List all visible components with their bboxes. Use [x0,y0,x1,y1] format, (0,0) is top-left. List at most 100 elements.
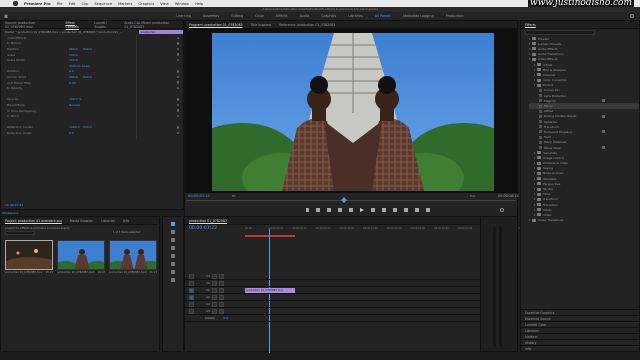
workspace-tab[interactable]: Libraries [348,14,363,18]
lock-icon[interactable] [211,287,217,293]
keyframe-toggle-icon[interactable] [176,53,179,56]
tab-audio-clip-mixer[interactable]: Audio Clip Mixer: production 01_0782083 [124,21,183,29]
disclosure-arrow-icon[interactable] [534,68,535,71]
disclosure-arrow-icon[interactable] [529,219,530,222]
program-viewer[interactable] [212,33,494,191]
menu-file[interactable]: File [57,2,63,6]
tab-effects[interactable]: Effects [525,23,536,27]
mute-icon[interactable] [211,294,217,300]
tab-program[interactable]: Program: production 01_0782083 [189,23,243,27]
workspace-tab[interactable]: Production [446,14,464,18]
tab-reference[interactable]: Reference: production 01_0782083 [279,23,335,27]
fit-dropdown[interactable]: Fit [232,194,236,198]
keyframe-toggle-icon[interactable] [176,81,179,84]
disclosure-arrow-icon[interactable] [534,162,535,165]
quality-dropdown[interactable]: Full [470,194,475,198]
tab-title[interactable]: Title Inspired [251,23,272,27]
master-volume[interactable]: 0.0 [223,316,228,320]
disclosure-arrow-icon[interactable] [534,79,535,82]
panel-section-header[interactable]: Info [521,345,640,351]
mark-out-icon[interactable] [327,208,331,212]
project-item[interactable]: production 01_0782083.mp4 16:13 [109,240,157,274]
disclosure-arrow-icon[interactable] [534,208,535,211]
disclosure-arrow-icon[interactable] [534,151,535,154]
eye-icon[interactable] [218,287,224,293]
step-forward-icon[interactable] [371,208,375,212]
disclosure-arrow-icon[interactable] [534,167,535,170]
property-value[interactable]: Uniform Scale [69,64,90,68]
disclosure-arrow-icon[interactable] [534,84,535,87]
tab-source[interactable]: Source: production 01_0782083.mov [5,21,58,29]
timeline-timecode[interactable]: 00:00:07:22 [189,226,217,231]
step-back-icon[interactable] [349,208,353,212]
monitor-settings-icon[interactable] [500,208,504,212]
type-tool-icon[interactable] [171,278,175,282]
timeline-clip[interactable]: production 01_0782083.mov [245,288,295,293]
project-search-input[interactable] [5,231,35,235]
tab-project[interactable]: Project: production 01 premiere pro [5,219,62,223]
keyframe-toggle-icon[interactable] [176,103,179,107]
disclosure-arrow-icon[interactable] [534,73,535,76]
track-target-toggle[interactable] [189,294,194,300]
eye-icon[interactable] [218,273,224,279]
app-menu[interactable]: Premiere Pro [24,2,51,6]
property-value-2[interactable]: 540.0 [83,125,92,129]
go-to-out-icon[interactable] [382,208,386,212]
workspace-tab[interactable]: Assembly [203,14,219,18]
mute-icon[interactable] [211,308,217,314]
tab-libraries[interactable]: Libraries [101,219,115,223]
keyframe-toggle-icon[interactable] [176,86,179,90]
add-marker-icon[interactable] [306,208,309,212]
disclosure-arrow-icon[interactable] [529,47,530,50]
property-value[interactable]: 100.0 [69,58,78,62]
track-target-toggle[interactable] [189,273,194,279]
razor-tool-icon[interactable] [171,246,175,250]
effects-tree-item[interactable]: Video Transitions [529,218,639,223]
property-value[interactable]: 0.0 [69,131,74,135]
disclosure-arrow-icon[interactable] [529,58,530,61]
workspace-tab[interactable]: Audio [300,14,310,18]
clip-chip[interactable]: production 01_0782083.mov [139,30,183,38]
tab-info[interactable]: Info [123,219,129,223]
workspace-tab[interactable]: Effects [276,14,288,18]
menu-markers[interactable]: Markers [118,2,132,6]
track-target-toggle[interactable] [189,301,194,307]
property-value[interactable]: Normal [69,103,80,107]
keyframe-toggle-icon[interactable] [176,47,179,51]
viewer-timecode-left[interactable]: 00:00:07:22 [188,194,210,198]
menu-sequence[interactable]: Sequence [94,2,112,6]
menu-view[interactable]: View [160,2,169,6]
workspace-tab[interactable]: Metadata Logging [403,14,434,18]
lock-icon[interactable] [211,280,217,286]
tab-media-browser[interactable]: Media Browser [70,219,94,223]
disclosure-arrow-icon[interactable] [534,203,535,206]
solo-icon[interactable] [218,301,224,307]
keyframe-toggle-icon[interactable] [176,42,179,45]
menu-window[interactable]: Window [175,2,189,6]
keyframe-toggle-icon[interactable] [176,131,179,135]
playhead-bar[interactable] [186,200,516,201]
keyframe-toggle-icon[interactable] [176,114,179,118]
disclosure-arrow-icon[interactable] [534,188,535,191]
ripple-edit-tool-icon[interactable] [171,238,175,242]
property-value[interactable]: 1920.0 [69,125,80,129]
keyframe-toggle-icon[interactable] [176,36,179,39]
keyframe-toggle-icon[interactable] [176,70,179,73]
work-area-bar[interactable] [245,235,295,237]
disclosure-arrow-icon[interactable] [534,213,535,216]
keyframe-toggle-icon[interactable] [176,109,179,112]
mute-icon[interactable] [211,301,217,307]
workspace-tab[interactable]: Learning [176,14,191,18]
hand-tool-icon[interactable] [171,270,175,274]
extract-icon[interactable] [404,208,408,212]
property-value[interactable]: 960.0 [69,47,78,51]
disclosure-arrow-icon[interactable] [534,63,535,66]
project-item[interactable]: production 01_0782083.mp4 16:13 [57,240,105,274]
property-value[interactable]: 100.0 % [69,97,81,101]
property-value[interactable]: 960.0 [69,75,78,79]
property-value-2[interactable]: 540.0 [83,75,92,79]
effects-search-input[interactable] [525,30,595,35]
workspace-tab[interactable]: Color [255,14,264,18]
workspace-tab[interactable]: Editing [231,14,243,18]
workspace-tab-active[interactable]: All Panels [375,14,391,18]
